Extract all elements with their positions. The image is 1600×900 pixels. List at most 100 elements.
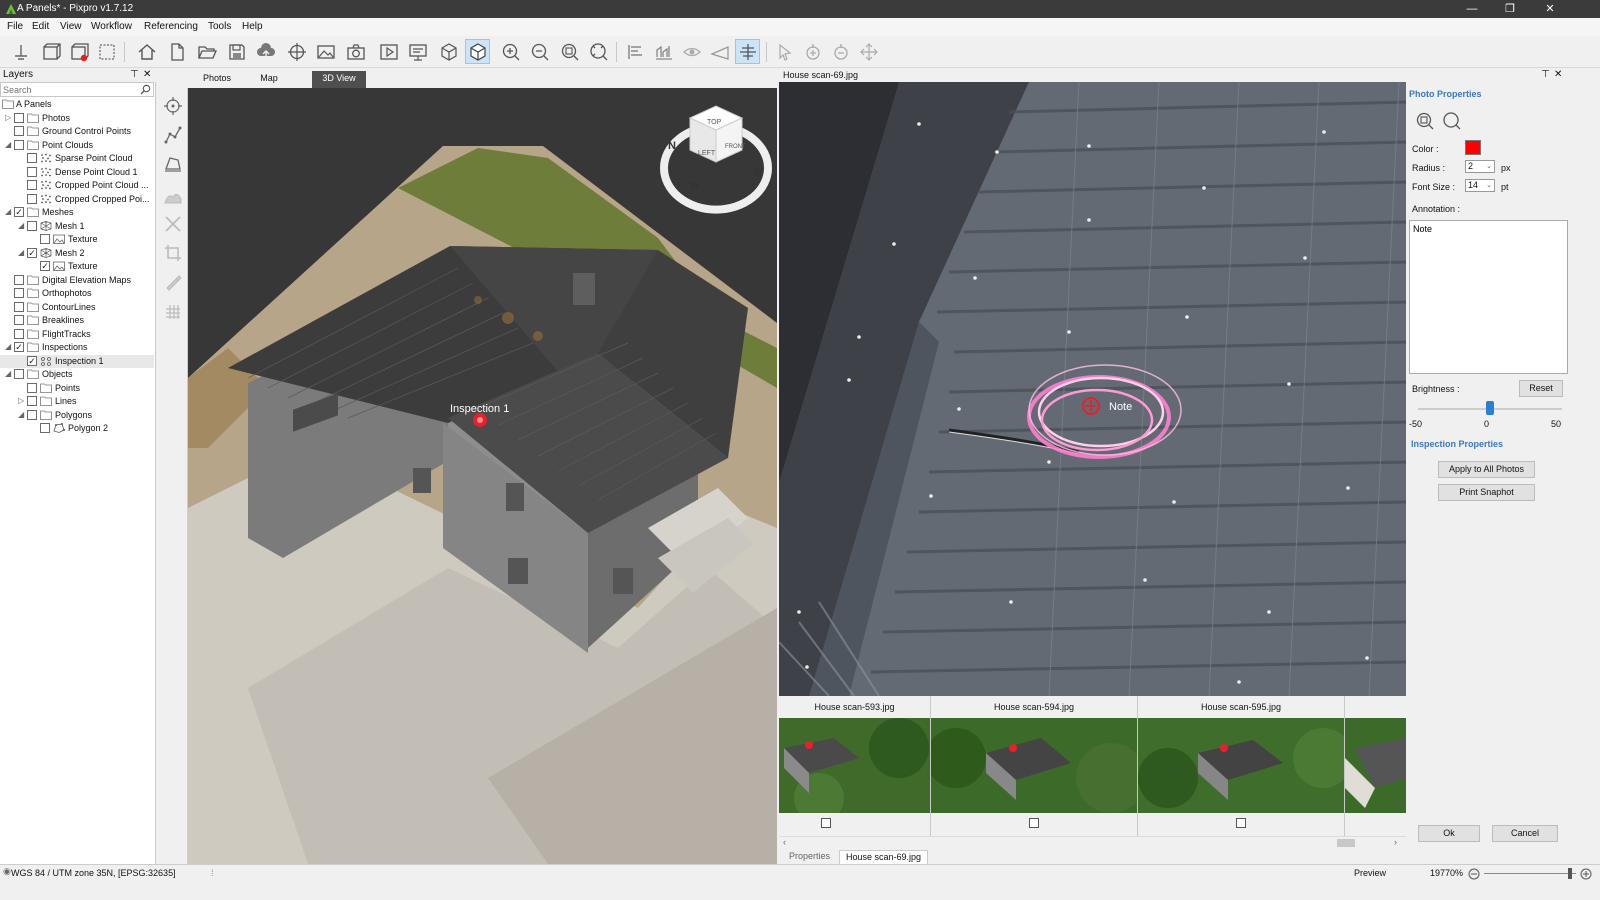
remove-marker-button[interactable] bbox=[828, 39, 853, 64]
tree-item[interactable]: ✓ Texture bbox=[0, 260, 154, 274]
thumbnail-item[interactable]: House scan-594.jpg bbox=[931, 696, 1138, 836]
thumbnail-item[interactable]: House scan-595.jpg bbox=[1138, 696, 1345, 836]
3d-inspection-label[interactable]: Inspection 1 bbox=[450, 403, 509, 415]
move-marker-button[interactable] bbox=[856, 39, 881, 64]
tree-item-checkbox[interactable]: ✓ bbox=[14, 207, 24, 217]
profile-button[interactable] bbox=[651, 39, 676, 64]
expand-down-icon[interactable]: ◢ bbox=[5, 342, 13, 352]
polyline-icon[interactable] bbox=[163, 125, 183, 145]
annotation-textarea[interactable]: Note bbox=[1409, 220, 1568, 374]
scroll-left-icon[interactable]: ‹ bbox=[783, 837, 786, 847]
expand-down-icon[interactable]: ◢ bbox=[18, 410, 26, 420]
tree-item-checkbox[interactable] bbox=[14, 112, 24, 123]
tree-item[interactable]: Cropped Cropped Poi... bbox=[0, 193, 154, 207]
tree-item-checkbox[interactable] bbox=[14, 369, 24, 379]
menu-referencing[interactable]: Referencing bbox=[144, 21, 198, 32]
tree-item[interactable]: Cropped Point Cloud ... bbox=[0, 179, 154, 193]
tree-item[interactable]: Ground Control Points bbox=[0, 125, 154, 139]
tree-item-checkbox[interactable]: ✓ bbox=[14, 342, 24, 352]
zoom-in-small-icon[interactable] bbox=[1580, 868, 1592, 880]
tree-item-checkbox[interactable] bbox=[14, 274, 24, 285]
expand-down-icon[interactable]: ◢ bbox=[5, 207, 13, 217]
zoom-in-button[interactable] bbox=[498, 39, 523, 64]
apply-to-all-photos-button[interactable]: Apply to All Photos bbox=[1438, 461, 1535, 478]
menu-edit[interactable]: Edit bbox=[32, 21, 49, 32]
tree-item-checkbox[interactable] bbox=[27, 180, 37, 190]
expand-down-icon[interactable]: ◢ bbox=[5, 140, 13, 150]
tree-item[interactable]: ContourLines bbox=[0, 301, 154, 315]
cube-front-label[interactable]: FRONT bbox=[725, 144, 746, 150]
menu-workflow[interactable]: Workflow bbox=[91, 21, 132, 32]
thumbnail-image[interactable] bbox=[1345, 718, 1406, 813]
cube-left-label[interactable]: LEFT bbox=[698, 150, 715, 157]
tab-photos[interactable]: Photos bbox=[195, 71, 239, 88]
add-point-button[interactable] bbox=[772, 39, 797, 64]
close-panel-icon[interactable]: ✕ bbox=[143, 69, 151, 80]
cancel-button[interactable]: Cancel bbox=[1492, 825, 1558, 842]
tree-item-checkbox[interactable] bbox=[14, 126, 24, 136]
scroll-thumb[interactable] bbox=[1337, 839, 1355, 847]
grid-cut-icon[interactable] bbox=[163, 302, 183, 322]
thumbnail-image[interactable] bbox=[779, 718, 930, 813]
cube-top-label[interactable]: TOP bbox=[707, 119, 721, 126]
tree-item[interactable]: ◢ ✓ Mesh 2 bbox=[0, 247, 154, 261]
play-button[interactable] bbox=[376, 39, 401, 64]
3d-viewport[interactable]: Inspection 1 TOP LEFT FRONT N S W bbox=[188, 88, 777, 864]
tree-item-checkbox[interactable] bbox=[27, 193, 37, 204]
upload-cloud-button[interactable] bbox=[253, 39, 278, 64]
tree-item-checkbox[interactable] bbox=[40, 234, 50, 244]
thumbnail-checkbox[interactable] bbox=[1236, 818, 1246, 828]
props-close-icon[interactable]: ✕ bbox=[1554, 69, 1562, 80]
preview-label[interactable]: Preview bbox=[1354, 868, 1386, 878]
print-snapshot-button[interactable]: Print Snaphot bbox=[1438, 484, 1535, 501]
zoom-extent-small-icon[interactable] bbox=[1442, 111, 1462, 131]
photo-viewport[interactable]: Note bbox=[778, 81, 1407, 697]
zoom-fit-button[interactable] bbox=[557, 39, 582, 64]
brightness-slider-thumb[interactable] bbox=[1486, 401, 1494, 415]
tree-item-checkbox[interactable] bbox=[27, 396, 37, 406]
menu-file[interactable]: File bbox=[7, 21, 23, 32]
save-button[interactable] bbox=[224, 39, 249, 64]
tree-root-item[interactable]: A Panels bbox=[0, 98, 154, 112]
tree-item[interactable]: Digital Elevation Maps bbox=[0, 274, 154, 288]
tree-item[interactable]: ◢ ✓ Inspections bbox=[0, 341, 154, 355]
props-pin-icon[interactable]: ⊤ bbox=[1541, 69, 1550, 80]
scroll-right-icon[interactable]: › bbox=[1394, 837, 1397, 847]
terrain-icon[interactable] bbox=[163, 187, 183, 207]
tree-item-checkbox[interactable] bbox=[27, 220, 37, 231]
tree-item[interactable]: FlightTracks bbox=[0, 328, 154, 342]
crosshair-icon[interactable] bbox=[163, 96, 183, 116]
zoom-slider-thumb[interactable] bbox=[1568, 868, 1572, 879]
thumbnail-image[interactable] bbox=[1138, 718, 1344, 813]
brush-icon[interactable] bbox=[163, 272, 183, 292]
cut-icon[interactable] bbox=[163, 214, 183, 234]
radius-select[interactable]: 2 ⌄ bbox=[1465, 160, 1495, 173]
gcp-button[interactable] bbox=[284, 39, 309, 64]
thumbnail-item[interactable]: House scan-593.jpg bbox=[779, 696, 931, 836]
menu-view[interactable]: View bbox=[60, 21, 82, 32]
zoom-out-button[interactable] bbox=[527, 39, 552, 64]
tree-item[interactable]: Dense Point Cloud 1 bbox=[0, 166, 154, 180]
ok-button[interactable]: Ok bbox=[1418, 825, 1480, 842]
tab-3d-view[interactable]: 3D View bbox=[312, 71, 366, 88]
tree-item[interactable]: ▷ Lines bbox=[0, 395, 154, 409]
pin-icon[interactable]: ⊤ bbox=[130, 69, 139, 80]
tree-item-checkbox[interactable] bbox=[27, 166, 37, 177]
zoom-to-marker-icon[interactable] bbox=[1415, 111, 1435, 131]
home-button[interactable] bbox=[134, 39, 159, 64]
tree-item[interactable]: ▷ Photos bbox=[0, 112, 154, 126]
new-file-button[interactable] bbox=[164, 39, 189, 64]
section-tool-button[interactable] bbox=[735, 39, 760, 64]
tab-map[interactable]: Map bbox=[251, 71, 287, 88]
tree-item[interactable]: ◢ Polygons bbox=[0, 409, 154, 423]
tab-photo-file[interactable]: House scan-69.jpg bbox=[839, 850, 929, 864]
tree-item[interactable]: Polygon 2 bbox=[0, 422, 154, 436]
photo-annotation-label[interactable]: Note bbox=[1109, 401, 1132, 413]
tab-properties[interactable]: Properties bbox=[783, 850, 836, 864]
tree-item-checkbox[interactable]: ✓ bbox=[40, 261, 50, 271]
tree-item-checkbox[interactable] bbox=[14, 139, 24, 150]
tree-item-checkbox[interactable] bbox=[14, 315, 24, 325]
expand-down-icon[interactable]: ◢ bbox=[18, 248, 26, 258]
tree-item[interactable]: ◢ Objects bbox=[0, 368, 154, 382]
thumbnail-item-partial[interactable] bbox=[1345, 696, 1406, 836]
